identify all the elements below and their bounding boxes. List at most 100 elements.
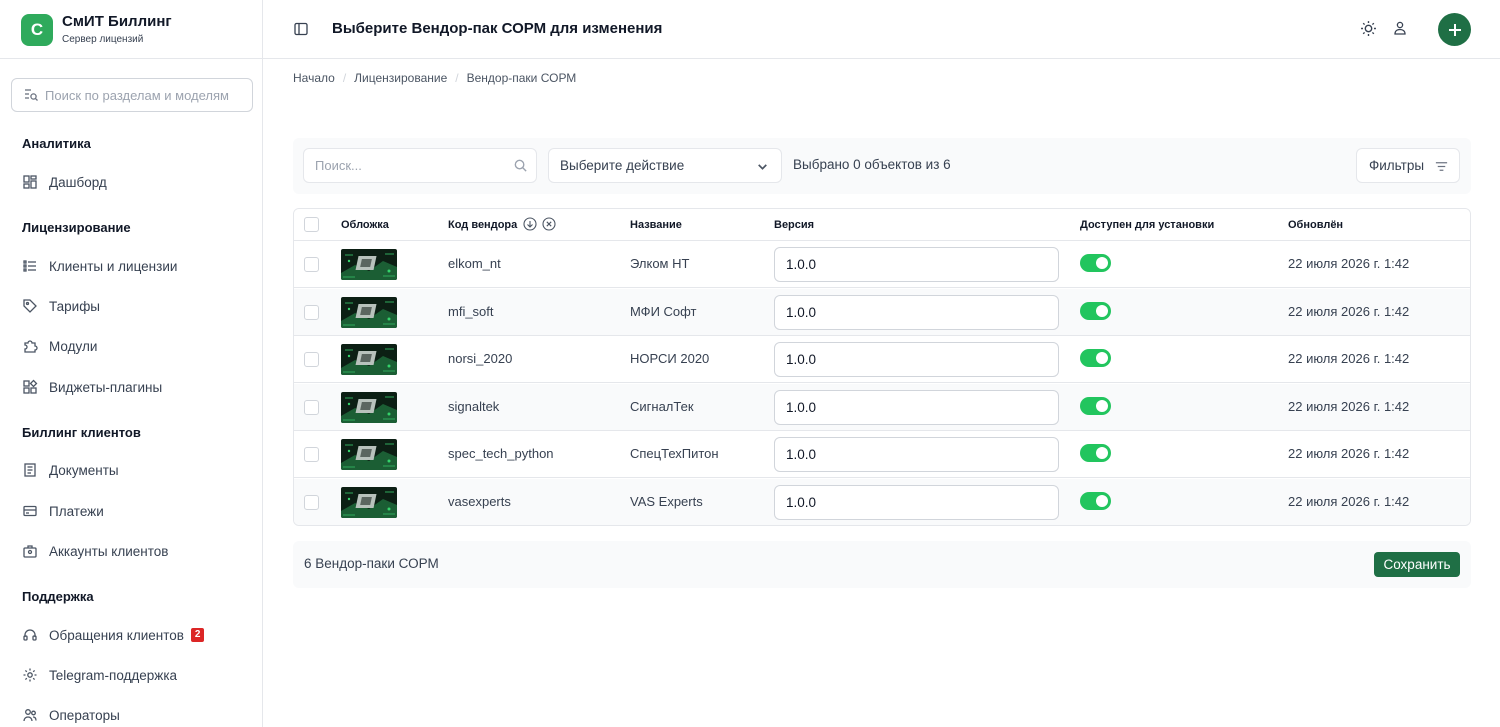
support-icon <box>22 627 38 643</box>
vendor-code-link[interactable]: signaltek <box>448 399 499 414</box>
version-input[interactable] <box>774 342 1059 377</box>
available-toggle[interactable] <box>1080 444 1111 462</box>
available-toggle[interactable] <box>1080 349 1111 367</box>
vendor-code-link[interactable]: mfi_soft <box>448 304 494 319</box>
user-icon[interactable] <box>1392 20 1408 36</box>
sidebar-item-client-requests[interactable]: Обращения клиентов 2 <box>22 627 205 643</box>
changelist-toolbar: Выберите действие Выбрано 0 объектов из … <box>293 138 1471 194</box>
sidebar-item-telegram-support[interactable]: Telegram-поддержка <box>22 667 177 683</box>
operators-icon <box>22 707 38 723</box>
row-checkbox[interactable] <box>304 494 319 510</box>
table-row: signaltek СигналТек 22 июля 2026 г. 1:42 <box>294 383 1470 431</box>
sidebar-item-label: Тарифы <box>49 298 101 314</box>
row-checkbox[interactable] <box>304 447 319 462</box>
version-input[interactable] <box>774 437 1059 472</box>
search-field[interactable] <box>303 148 537 183</box>
top-header: Выберите Вендор-пак СОРМ для изменения <box>263 0 1500 59</box>
search-list-icon <box>23 87 39 103</box>
sidebar-item-label: Платежи <box>49 503 104 519</box>
row-checkbox[interactable] <box>304 304 319 320</box>
table-row: vasexperts VAS Experts 22 июля 2026 г. 1:4… <box>294 478 1470 525</box>
sidebar-toggle-icon[interactable] <box>293 21 309 37</box>
brand-subtitle: Сервер лицензий <box>62 34 144 45</box>
table-header: Обложка Код вендора Название Версия Дост… <box>294 209 1470 241</box>
sidebar-item-modules[interactable]: Модули <box>22 338 97 354</box>
updated-date: 22 июля 2026 г. 1:42 <box>1288 351 1410 366</box>
cover-thumbnail[interactable] <box>341 391 397 423</box>
gear-icon <box>22 667 38 683</box>
version-input[interactable] <box>774 484 1059 520</box>
sidebar-search-input[interactable] <box>45 87 245 103</box>
version-input[interactable] <box>774 294 1059 330</box>
breadcrumb-licensing[interactable]: Лицензирование <box>354 71 447 85</box>
sort-toggle-icon[interactable] <box>523 217 537 231</box>
widget-icon <box>22 379 38 395</box>
sidebar-item-label: Клиенты и лицензии <box>49 258 178 274</box>
row-checkbox[interactable] <box>304 257 319 272</box>
available-toggle[interactable] <box>1080 491 1111 510</box>
table-row: norsi_2020 НОРСИ 2020 22 июля 2026 г. 1:42 <box>294 336 1470 383</box>
sidebar-item-tariffs[interactable]: Тарифы <box>22 298 100 314</box>
vendor-code-link[interactable]: elkom_nt <box>448 256 501 271</box>
select-all-checkbox[interactable] <box>304 217 319 232</box>
column-header-vendor-code[interactable]: Код вендора <box>448 219 517 231</box>
updated-date: 22 июля 2026 г. 1:42 <box>1288 256 1410 271</box>
column-header-available: Доступен для установки <box>1080 219 1215 231</box>
row-checkbox[interactable] <box>304 352 319 367</box>
vendor-code-link[interactable]: spec_tech_python <box>448 446 554 461</box>
table-row: elkom_nt Элком НТ 22 июля 2026 г. 1:42 <box>294 241 1470 288</box>
sidebar-item-dashboard[interactable]: Дашборд <box>22 174 107 190</box>
action-select[interactable]: Выберите действие <box>548 148 782 183</box>
sidebar-item-documents[interactable]: Документы <box>22 462 119 478</box>
cover-thumbnail[interactable] <box>341 439 397 470</box>
vendor-code-link[interactable]: vasexperts <box>448 494 511 509</box>
sidebar-item-label: Документы <box>49 462 119 478</box>
sidebar-item-label: Аккаунты клиентов <box>49 543 169 559</box>
filter-icon <box>1434 159 1449 174</box>
available-toggle[interactable] <box>1080 254 1111 272</box>
brand[interactable]: С СмИТ Биллинг Сервер лицензий <box>21 13 172 47</box>
sidebar-item-widgets[interactable]: Виджеты-плагины <box>22 379 162 395</box>
sidebar-item-clients-licenses[interactable]: Клиенты и лицензии <box>22 258 177 274</box>
available-toggle[interactable] <box>1080 396 1111 415</box>
vendor-name: СигналТек <box>630 398 694 414</box>
cover-thumbnail[interactable] <box>341 486 397 518</box>
cover-thumbnail[interactable] <box>341 344 397 375</box>
sidebar-search[interactable] <box>11 78 253 112</box>
theme-toggle-sun-icon[interactable] <box>1360 20 1377 37</box>
vendor-name: СпецТехПитон <box>630 446 719 461</box>
vendor-name: Элком НТ <box>630 256 690 271</box>
column-header-version: Версия <box>774 219 815 231</box>
available-toggle[interactable] <box>1080 301 1111 320</box>
sidebar-item-label: Telegram-поддержка <box>49 667 178 683</box>
row-checkbox[interactable] <box>304 399 319 415</box>
chevron-down-icon <box>756 160 769 173</box>
vendor-code-link[interactable]: norsi_2020 <box>448 351 512 366</box>
sidebar-item-label: Обращения клиентов <box>49 627 184 643</box>
breadcrumb: Начало / Лицензирование / Вендор-паки СО… <box>293 71 576 85</box>
search-input[interactable] <box>315 158 505 173</box>
payment-icon <box>22 503 38 519</box>
breadcrumb-separator: / <box>342 71 347 85</box>
breadcrumb-home[interactable]: Начало <box>293 71 335 85</box>
tag-icon <box>22 298 38 314</box>
version-input[interactable] <box>774 389 1059 425</box>
add-button[interactable] <box>1438 13 1471 46</box>
updated-date: 22 июля 2026 г. 1:42 <box>1288 493 1410 509</box>
breadcrumb-separator: / <box>455 71 459 85</box>
filters-button[interactable]: Фильтры <box>1356 148 1460 183</box>
selection-counter: Выбрано 0 объектов из 6 <box>793 157 951 172</box>
remove-sort-icon[interactable] <box>542 217 556 231</box>
result-count: 6 Вендор-паки СОРМ <box>304 556 439 571</box>
save-button[interactable]: Сохранить <box>1374 552 1460 577</box>
search-icon[interactable] <box>513 158 528 173</box>
sidebar-item-client-accounts[interactable]: Аккаунты клиентов <box>22 543 168 559</box>
cover-thumbnail[interactable] <box>341 249 397 280</box>
cover-thumbnail[interactable] <box>341 296 397 328</box>
sidebar-item-label: Виджеты-плагины <box>49 379 163 395</box>
puzzle-icon <box>22 338 38 354</box>
sidebar-item-payments[interactable]: Платежи <box>22 503 104 519</box>
version-input[interactable] <box>774 247 1059 282</box>
sidebar-item-label: Операторы <box>49 707 120 723</box>
sidebar-item-operators[interactable]: Операторы <box>22 707 120 723</box>
